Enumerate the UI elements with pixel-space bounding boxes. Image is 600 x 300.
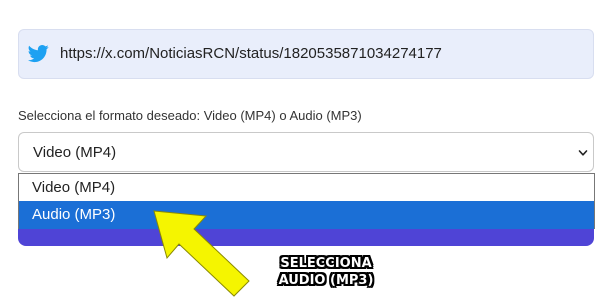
annotation-arrow-icon <box>153 210 250 297</box>
annotation-text: SELECCIONA AUDIO (MP3) <box>266 255 386 289</box>
url-value: https://x.com/NoticiasRCN/status/1820535… <box>60 45 442 62</box>
twitter-bird-icon <box>28 45 49 63</box>
format-select-value: Video (MP4) <box>33 144 117 161</box>
format-label: Selecciona el formato deseado: Video (MP… <box>18 108 362 123</box>
option-video-mp4[interactable]: Video (MP4) <box>19 174 594 202</box>
format-dropdown-list: Video (MP4) Audio (MP3) <box>18 173 595 229</box>
chevron-down-icon <box>578 150 588 156</box>
url-input[interactable]: https://x.com/NoticiasRCN/status/1820535… <box>18 29 594 79</box>
annotation-line-1: SELECCIONA <box>280 256 372 271</box>
option-audio-mp3[interactable]: Audio (MP3) <box>19 201 594 229</box>
format-select[interactable]: Video (MP4) <box>18 132 594 172</box>
annotation-line-2: AUDIO (MP3) <box>278 273 374 288</box>
